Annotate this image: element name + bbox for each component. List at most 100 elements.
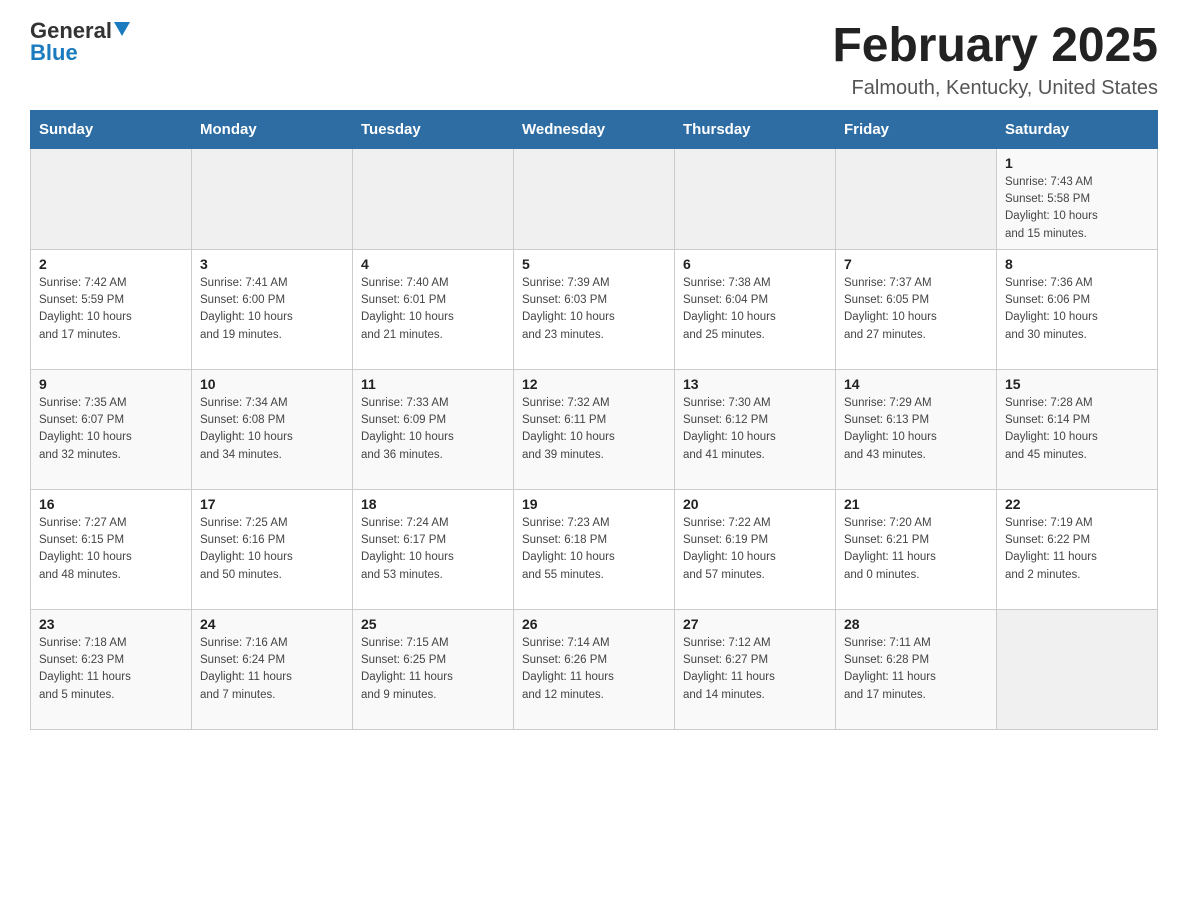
calendar-day-cell <box>353 148 514 249</box>
calendar-day-cell: 4 Sunrise: 7:40 AM Sunset: 6:01 PM Daylig… <box>353 249 514 369</box>
day-number: 13 <box>683 376 827 392</box>
calendar-header-saturday: Saturday <box>997 110 1158 148</box>
day-info: Sunrise: 7:20 AM Sunset: 6:21 PM Dayligh… <box>844 515 988 584</box>
calendar-day-cell: 2 Sunrise: 7:42 AM Sunset: 5:59 PM Daylig… <box>31 249 192 369</box>
calendar-day-cell: 25 Sunrise: 7:15 AM Sunset: 6:25 PM Dayli… <box>353 609 514 729</box>
day-number: 22 <box>1005 496 1149 512</box>
day-info: Sunrise: 7:37 AM Sunset: 6:05 PM Dayligh… <box>844 275 988 344</box>
location-subtitle: Falmouth, Kentucky, United States <box>832 77 1158 100</box>
day-number: 19 <box>522 496 666 512</box>
logo-triangle-icon <box>114 22 130 36</box>
calendar-day-cell <box>514 148 675 249</box>
day-info: Sunrise: 7:15 AM Sunset: 6:25 PM Dayligh… <box>361 635 505 704</box>
calendar-header-row: SundayMondayTuesdayWednesdayThursdayFrid… <box>31 110 1158 148</box>
calendar-header-sunday: Sunday <box>31 110 192 148</box>
calendar-header-friday: Friday <box>836 110 997 148</box>
calendar-week-row: 9Sunrise: 7:35 AM Sunset: 6:07 PM Daylig… <box>31 369 1158 489</box>
calendar-day-cell: 3 Sunrise: 7:41 AM Sunset: 6:00 PM Daylig… <box>192 249 353 369</box>
day-number: 8 <box>1005 256 1149 272</box>
calendar-day-cell: 8Sunrise: 7:36 AM Sunset: 6:06 PM Daylig… <box>997 249 1158 369</box>
day-number: 11 <box>361 376 505 392</box>
day-info: Sunrise: 7:22 AM Sunset: 6:19 PM Dayligh… <box>683 515 827 584</box>
calendar-header-monday: Monday <box>192 110 353 148</box>
day-info: Sunrise: 7:27 AM Sunset: 6:15 PM Dayligh… <box>39 515 183 584</box>
day-number: 17 <box>200 496 344 512</box>
day-number: 25 <box>361 616 505 632</box>
calendar-day-cell: 23Sunrise: 7:18 AM Sunset: 6:23 PM Dayli… <box>31 609 192 729</box>
day-number: 28 <box>844 616 988 632</box>
day-number: 20 <box>683 496 827 512</box>
day-number: 6 <box>683 256 827 272</box>
day-info: Sunrise: 7:29 AM Sunset: 6:13 PM Dayligh… <box>844 395 988 464</box>
day-info: Sunrise: 7:38 AM Sunset: 6:04 PM Dayligh… <box>683 275 827 344</box>
calendar-week-row: 16 Sunrise: 7:27 AM Sunset: 6:15 PM Dayli… <box>31 489 1158 609</box>
calendar-header-tuesday: Tuesday <box>353 110 514 148</box>
calendar-day-cell <box>675 148 836 249</box>
day-number: 15 <box>1005 376 1149 392</box>
day-info: Sunrise: 7:25 AM Sunset: 6:16 PM Dayligh… <box>200 515 344 584</box>
calendar-header-thursday: Thursday <box>675 110 836 148</box>
day-number: 3 <box>200 256 344 272</box>
calendar-day-cell: 12Sunrise: 7:32 AM Sunset: 6:11 PM Dayli… <box>514 369 675 489</box>
day-info: Sunrise: 7:40 AM Sunset: 6:01 PM Dayligh… <box>361 275 505 344</box>
day-number: 16 <box>39 496 183 512</box>
day-number: 26 <box>522 616 666 632</box>
day-info: Sunrise: 7:12 AM Sunset: 6:27 PM Dayligh… <box>683 635 827 704</box>
calendar-day-cell: 20 Sunrise: 7:22 AM Sunset: 6:19 PM Dayli… <box>675 489 836 609</box>
day-number: 1 <box>1005 155 1149 171</box>
title-section: February 2025 Falmouth, Kentucky, United… <box>832 20 1158 100</box>
logo-blue-text: Blue <box>30 42 78 64</box>
day-info: Sunrise: 7:41 AM Sunset: 6:00 PM Dayligh… <box>200 275 344 344</box>
day-number: 4 <box>361 256 505 272</box>
day-info: Sunrise: 7:32 AM Sunset: 6:11 PM Dayligh… <box>522 395 666 464</box>
day-info: Sunrise: 7:11 AM Sunset: 6:28 PM Dayligh… <box>844 635 988 704</box>
calendar-week-row: 2 Sunrise: 7:42 AM Sunset: 5:59 PM Daylig… <box>31 249 1158 369</box>
calendar-day-cell: 28 Sunrise: 7:11 AM Sunset: 6:28 PM Dayli… <box>836 609 997 729</box>
calendar-day-cell: 22Sunrise: 7:19 AM Sunset: 6:22 PM Dayli… <box>997 489 1158 609</box>
day-info: Sunrise: 7:16 AM Sunset: 6:24 PM Dayligh… <box>200 635 344 704</box>
day-info: Sunrise: 7:43 AM Sunset: 5:58 PM Dayligh… <box>1005 174 1149 243</box>
calendar-day-cell: 5 Sunrise: 7:39 AM Sunset: 6:03 PM Daylig… <box>514 249 675 369</box>
calendar-day-cell: 14 Sunrise: 7:29 AM Sunset: 6:13 PM Dayli… <box>836 369 997 489</box>
day-number: 7 <box>844 256 988 272</box>
day-number: 14 <box>844 376 988 392</box>
day-info: Sunrise: 7:33 AM Sunset: 6:09 PM Dayligh… <box>361 395 505 464</box>
calendar-day-cell: 7 Sunrise: 7:37 AM Sunset: 6:05 PM Daylig… <box>836 249 997 369</box>
day-info: Sunrise: 7:30 AM Sunset: 6:12 PM Dayligh… <box>683 395 827 464</box>
day-number: 10 <box>200 376 344 392</box>
calendar-day-cell: 15Sunrise: 7:28 AM Sunset: 6:14 PM Dayli… <box>997 369 1158 489</box>
calendar-day-cell: 26 Sunrise: 7:14 AM Sunset: 6:26 PM Dayli… <box>514 609 675 729</box>
calendar-day-cell: 17 Sunrise: 7:25 AM Sunset: 6:16 PM Dayli… <box>192 489 353 609</box>
calendar-day-cell: 6 Sunrise: 7:38 AM Sunset: 6:04 PM Daylig… <box>675 249 836 369</box>
calendar-week-row: 23Sunrise: 7:18 AM Sunset: 6:23 PM Dayli… <box>31 609 1158 729</box>
logo: General Blue <box>30 20 130 64</box>
day-number: 24 <box>200 616 344 632</box>
logo-general-text: General <box>30 20 112 42</box>
calendar-day-cell: 1 Sunrise: 7:43 AM Sunset: 5:58 PM Daylig… <box>997 148 1158 249</box>
calendar-day-cell: 19 Sunrise: 7:23 AM Sunset: 6:18 PM Dayli… <box>514 489 675 609</box>
calendar-day-cell <box>997 609 1158 729</box>
day-number: 5 <box>522 256 666 272</box>
calendar-week-row: 1 Sunrise: 7:43 AM Sunset: 5:58 PM Daylig… <box>31 148 1158 249</box>
calendar-day-cell <box>192 148 353 249</box>
calendar-day-cell: 13 Sunrise: 7:30 AM Sunset: 6:12 PM Dayli… <box>675 369 836 489</box>
calendar-day-cell <box>31 148 192 249</box>
day-info: Sunrise: 7:23 AM Sunset: 6:18 PM Dayligh… <box>522 515 666 584</box>
month-title: February 2025 <box>832 20 1158 73</box>
day-info: Sunrise: 7:18 AM Sunset: 6:23 PM Dayligh… <box>39 635 183 704</box>
day-info: Sunrise: 7:42 AM Sunset: 5:59 PM Dayligh… <box>39 275 183 344</box>
day-info: Sunrise: 7:14 AM Sunset: 6:26 PM Dayligh… <box>522 635 666 704</box>
day-number: 9 <box>39 376 183 392</box>
day-number: 2 <box>39 256 183 272</box>
day-number: 18 <box>361 496 505 512</box>
calendar-day-cell: 18 Sunrise: 7:24 AM Sunset: 6:17 PM Dayli… <box>353 489 514 609</box>
day-number: 21 <box>844 496 988 512</box>
calendar-day-cell: 9Sunrise: 7:35 AM Sunset: 6:07 PM Daylig… <box>31 369 192 489</box>
calendar-day-cell: 11 Sunrise: 7:33 AM Sunset: 6:09 PM Dayli… <box>353 369 514 489</box>
day-number: 27 <box>683 616 827 632</box>
day-info: Sunrise: 7:39 AM Sunset: 6:03 PM Dayligh… <box>522 275 666 344</box>
calendar-day-cell: 21 Sunrise: 7:20 AM Sunset: 6:21 PM Dayli… <box>836 489 997 609</box>
calendar-header-wednesday: Wednesday <box>514 110 675 148</box>
page-header: General Blue February 2025 Falmouth, Ken… <box>30 20 1158 100</box>
day-info: Sunrise: 7:24 AM Sunset: 6:17 PM Dayligh… <box>361 515 505 584</box>
